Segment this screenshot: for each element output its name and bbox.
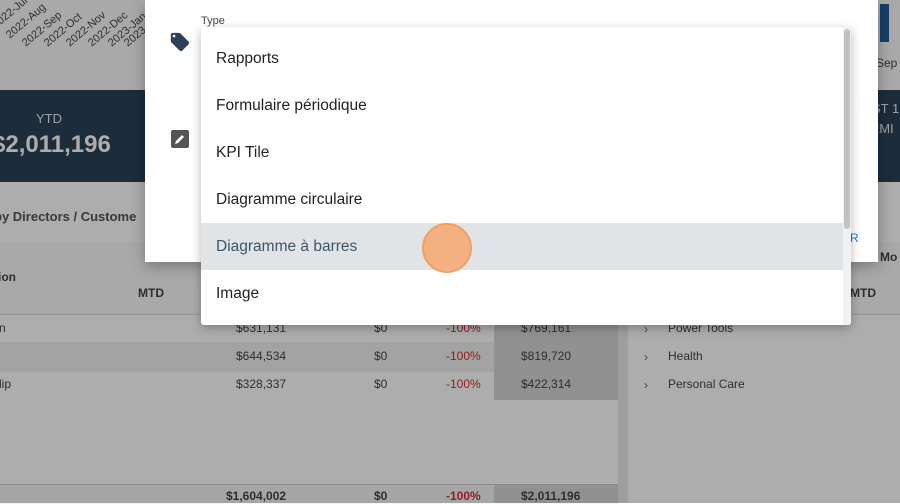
menu-scrollbar-thumb[interactable] — [844, 29, 850, 229]
type-dropdown-menu: Rapports Formulaire périodique KPI Tile … — [201, 27, 851, 325]
edit-icon — [170, 129, 190, 149]
type-field-label: Type — [201, 15, 225, 27]
menu-item-diagramme-circulaire[interactable]: Diagramme circulaire — [201, 176, 844, 223]
menu-scrollbar[interactable] — [843, 27, 851, 325]
tag-icon — [169, 31, 191, 53]
menu-item-diagramme-a-barres[interactable]: Diagramme à barres — [201, 223, 844, 270]
menu-item-formulaire-periodique[interactable]: Formulaire périodique — [201, 82, 844, 129]
menu-item-image[interactable]: Image — [201, 270, 844, 317]
menu-item-kpi-tile[interactable]: KPI Tile — [201, 129, 844, 176]
menu-item-rapports[interactable]: Rapports — [201, 35, 844, 82]
dialog-action-button[interactable]: R — [850, 231, 859, 245]
